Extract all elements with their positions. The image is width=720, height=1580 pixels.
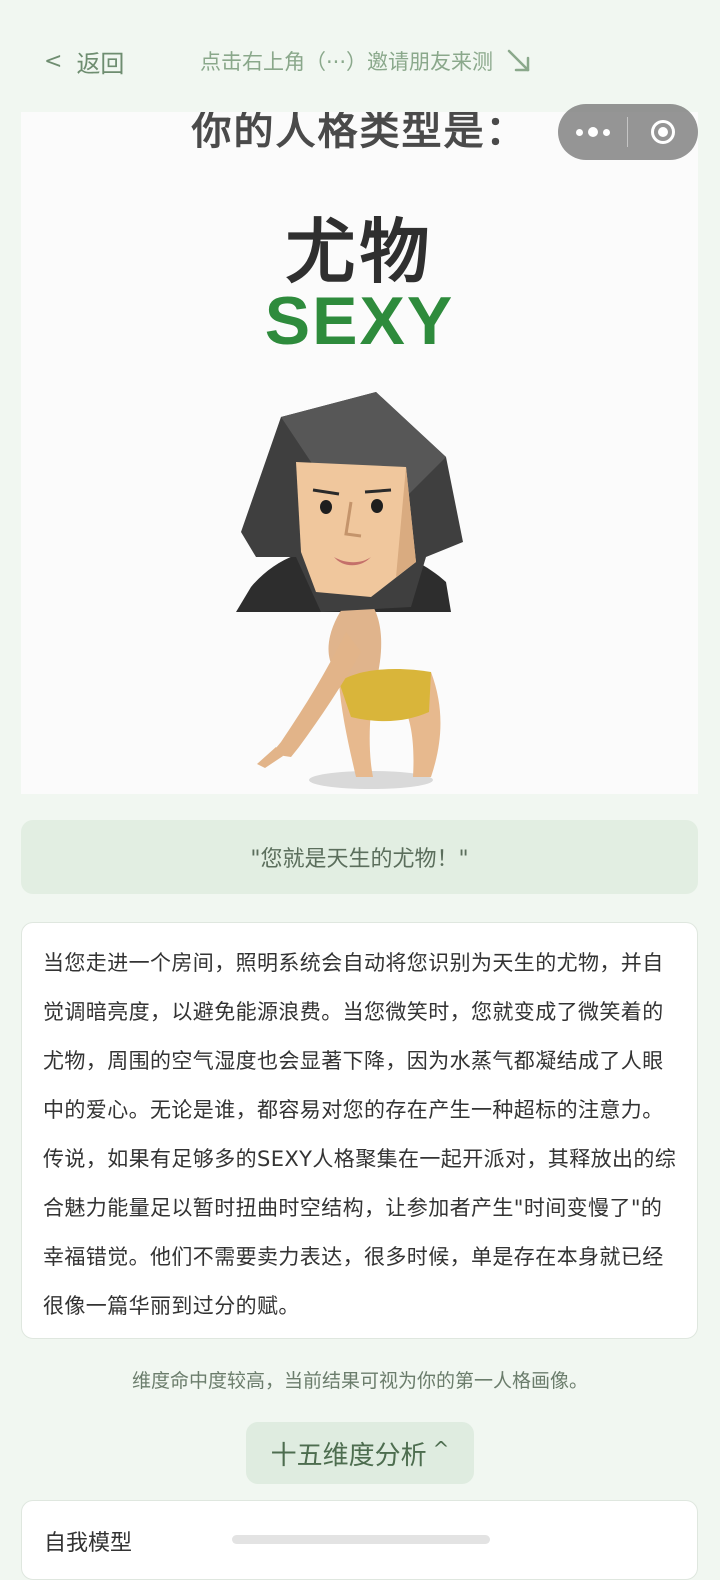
dimension-label: 自我模型 <box>44 1531 133 1556</box>
character-illustration <box>236 392 463 789</box>
more-options-button[interactable] <box>558 104 627 160</box>
dimension-card: 自我模型 <box>21 1500 698 1580</box>
dimension-analysis-label: 十五维度分析 <box>270 1440 427 1471</box>
result-image: 你的人格类型是： 尤物 SEXY <box>21 112 698 794</box>
top-bar: < 返回 点击右上角（···）邀请朋友来测 <box>0 0 720 118</box>
dimension-analysis-toggle[interactable]: 十五维度分析 ^ <box>246 1422 474 1484</box>
arrow-down-right-icon <box>505 47 533 75</box>
back-button[interactable]: < 返回 <box>44 44 124 79</box>
dimension-bar <box>232 1535 490 1544</box>
miniprogram-capsule <box>558 104 698 160</box>
back-label: 返回 <box>76 50 125 78</box>
description-card: 当您走进一个房间，照明系统会自动将您识别为天生的尤物，并自觉调暗亮度，以避免能源… <box>21 922 698 1339</box>
description-text: 当您走进一个房间，照明系统会自动将您识别为天生的尤物，并自觉调暗亮度，以避免能源… <box>43 951 677 1318</box>
dot-icon <box>575 128 583 136</box>
dot-icon <box>587 127 598 137</box>
chevron-left-icon: < <box>44 48 63 74</box>
personality-quote: "您就是天生的尤物！" <box>21 820 698 894</box>
chevron-up-icon: ^ <box>432 1437 450 1461</box>
close-miniprogram-button[interactable] <box>628 104 698 160</box>
dot-icon <box>602 128 610 136</box>
personality-code: SEXY <box>264 283 455 359</box>
target-circle-icon <box>651 120 675 144</box>
match-note: 维度命中度较高，当前结果可视为你的第一人格画像。 <box>131 1370 588 1392</box>
share-hint-text: 点击右上角（···）邀请朋友来测 <box>200 50 494 74</box>
share-hint: 点击右上角（···）邀请朋友来测 <box>200 46 533 76</box>
